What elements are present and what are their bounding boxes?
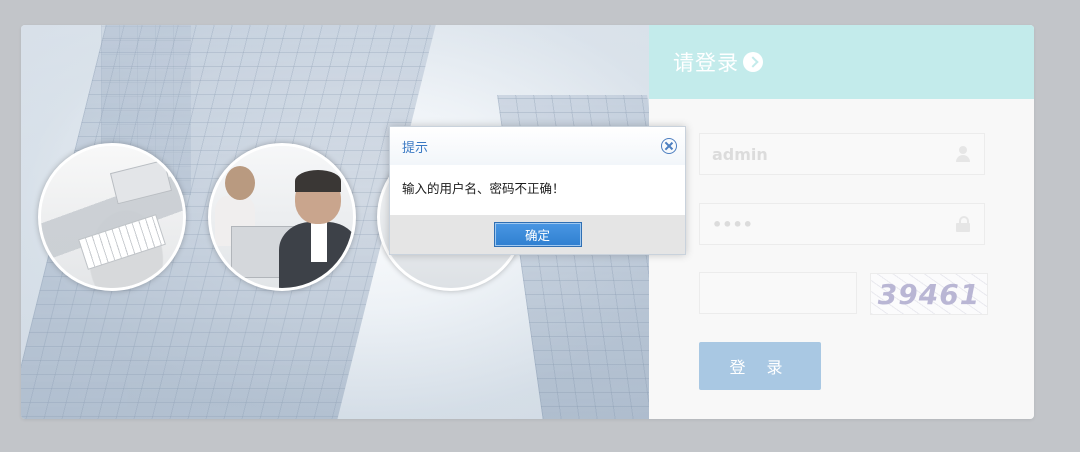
login-header: 请登录 [649,25,1034,99]
username-input[interactable] [700,134,954,174]
login-panel: 请登录 39461 登 录 [649,25,1034,419]
login-title: 请登录 [673,51,739,75]
password-input[interactable] [700,204,954,244]
dialog-message: 输入的用户名、密码不正确！ [402,181,565,196]
close-icon[interactable] [661,138,677,154]
office-keyboard-image [38,143,186,291]
dialog-header: 提示 [390,127,685,165]
captcha-image[interactable]: 39461 [870,273,988,315]
arrow-right-icon [743,52,763,72]
lock-icon [956,216,970,232]
password-field[interactable] [699,203,985,245]
business-people-image [208,143,356,291]
dialog-footer: 确定 [390,215,685,254]
username-field[interactable] [699,133,985,175]
captcha-field[interactable] [699,272,954,314]
dialog-title: 提示 [402,140,429,156]
ok-button[interactable]: 确定 [493,222,582,247]
alert-dialog: 提示 输入的用户名、密码不正确！ 确定 [389,126,686,255]
login-button[interactable]: 登 录 [699,342,821,390]
user-icon [956,146,970,162]
